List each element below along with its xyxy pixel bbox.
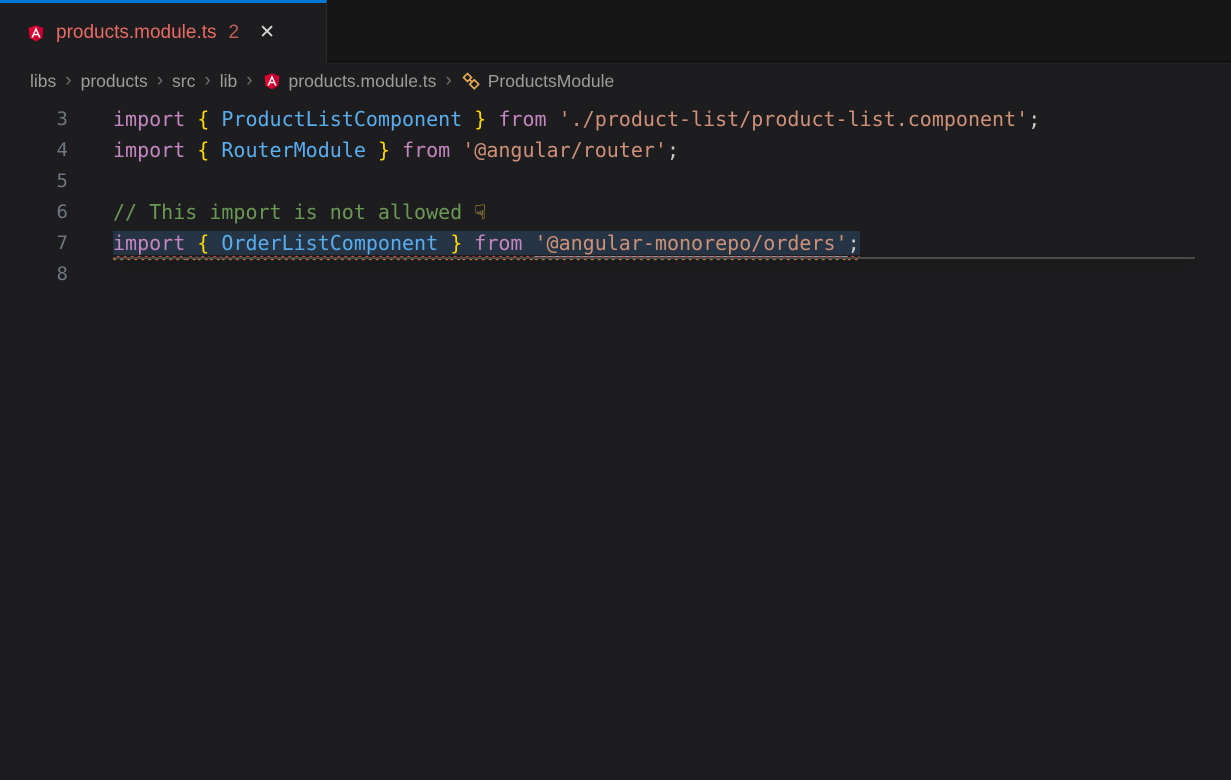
code-token — [185, 231, 197, 255]
tab-bar: products.module.ts 2 ✕ — [0, 0, 1231, 62]
breadcrumb-label: lib — [220, 71, 238, 92]
breadcrumb-label: src — [172, 71, 195, 92]
breadcrumb-item-src[interactable]: src — [172, 71, 195, 92]
code-token: '@angular-monorepo/orders' — [535, 231, 848, 257]
line-number: 6 — [0, 197, 68, 228]
code-token: ; — [667, 138, 679, 162]
code-token — [209, 107, 221, 131]
breadcrumb-item-products[interactable]: products — [81, 71, 148, 92]
code-editor[interactable]: 3 import { ProductListComponent } from '.… — [0, 100, 1231, 780]
code-token: import — [113, 138, 185, 162]
code-token — [547, 107, 559, 131]
code-token: RouterModule — [221, 138, 366, 162]
breadcrumb: libs › products › src › lib › products.module.t… — [0, 62, 1231, 100]
breadcrumb-label: products — [81, 71, 148, 92]
code-token: from — [474, 231, 522, 255]
code-token — [366, 138, 378, 162]
chevron-right-icon: › — [157, 70, 163, 92]
code-token — [450, 138, 462, 162]
code-token: { — [197, 231, 209, 255]
code-token: import — [113, 107, 185, 131]
line-number: 4 — [0, 135, 68, 166]
code-token: from — [402, 138, 450, 162]
code-line-8: 8 — [0, 259, 1231, 290]
code-token — [462, 107, 474, 131]
code-token: { — [197, 107, 209, 131]
code-token: ProductListComponent — [221, 107, 462, 131]
warning-squiggle-line: import { OrderListComponent } from '@ang… — [113, 231, 860, 257]
code-token — [209, 231, 221, 255]
code-line-content[interactable]: import { ProductListComponent } from './… — [113, 104, 1231, 135]
code-token — [185, 138, 197, 162]
code-line-7: 7 import { OrderListComponent } from '@an… — [0, 228, 1231, 259]
code-line-3: 3 import { ProductListComponent } from '.… — [0, 104, 1231, 135]
line-number: 3 — [0, 104, 68, 135]
breadcrumb-item-ProductsModule[interactable]: ProductsModule — [461, 71, 614, 92]
code-token — [522, 231, 534, 255]
code-line-content[interactable] — [113, 166, 1231, 197]
code-token: OrderListComponent — [221, 231, 438, 255]
line-number: 8 — [0, 259, 68, 290]
chevron-right-icon: › — [65, 70, 71, 92]
code-token — [462, 231, 474, 255]
class-icon — [461, 71, 481, 91]
breadcrumb-item-lib[interactable]: lib — [220, 71, 238, 92]
code-token: ; — [1028, 107, 1040, 131]
breadcrumb-item-products.module.ts[interactable]: products.module.ts — [262, 71, 437, 92]
line-number: 5 — [0, 166, 68, 197]
code-token — [438, 231, 450, 255]
pointing-down-emoji: ☟ — [474, 200, 486, 224]
code-token: } — [378, 138, 390, 162]
code-token: } — [474, 107, 486, 131]
code-line-4: 4 import { RouterModule } from '@angular/… — [0, 135, 1231, 166]
breadcrumb-label: ProductsModule — [488, 71, 614, 92]
hover-popup — [114, 257, 1195, 259]
code-line-5: 5 — [0, 166, 1231, 197]
angular-icon — [26, 23, 46, 43]
code-line-content[interactable]: import { OrderListComponent } from '@ang… — [113, 228, 1231, 259]
code-token: // This import is not allowed — [113, 200, 474, 224]
angular-icon — [262, 71, 282, 91]
code-token: ; — [848, 231, 860, 255]
code-token: import — [113, 231, 185, 255]
editor-tab[interactable]: products.module.ts 2 ✕ — [0, 0, 327, 62]
code-token — [390, 138, 402, 162]
code-line-content[interactable] — [113, 259, 1231, 290]
breadcrumb-label: libs — [30, 71, 56, 92]
code-token: { — [197, 138, 209, 162]
close-icon[interactable]: ✕ — [259, 21, 275, 44]
code-line-content[interactable]: // This import is not allowed ☟ — [113, 197, 1231, 228]
code-token: '@angular/router' — [462, 138, 667, 162]
chevron-right-icon: › — [204, 70, 210, 92]
code-token — [185, 107, 197, 131]
code-token — [486, 107, 498, 131]
code-token: } — [450, 231, 462, 255]
line-number: 7 — [0, 228, 68, 259]
code-line-6: 6 // This import is not allowed ☟ — [0, 197, 1231, 228]
chevron-right-icon: › — [246, 70, 252, 92]
chevron-right-icon: › — [445, 70, 451, 92]
tab-title: products.module.ts — [56, 22, 217, 44]
code-line-content[interactable]: import { RouterModule } from '@angular/r… — [113, 135, 1231, 166]
error-squiggle-line: import { OrderListComponent } from '@ang… — [113, 231, 860, 255]
breadcrumb-item-libs[interactable]: libs — [30, 71, 56, 92]
breadcrumb-label: products.module.ts — [289, 71, 437, 92]
tab-dirty-count: 2 — [229, 22, 240, 44]
code-token: './product-list/product-list.component' — [559, 107, 1029, 131]
code-token: from — [498, 107, 546, 131]
vscode-window: products.module.ts 2 ✕ libs › products › src… — [0, 0, 1231, 780]
code-token — [209, 138, 221, 162]
